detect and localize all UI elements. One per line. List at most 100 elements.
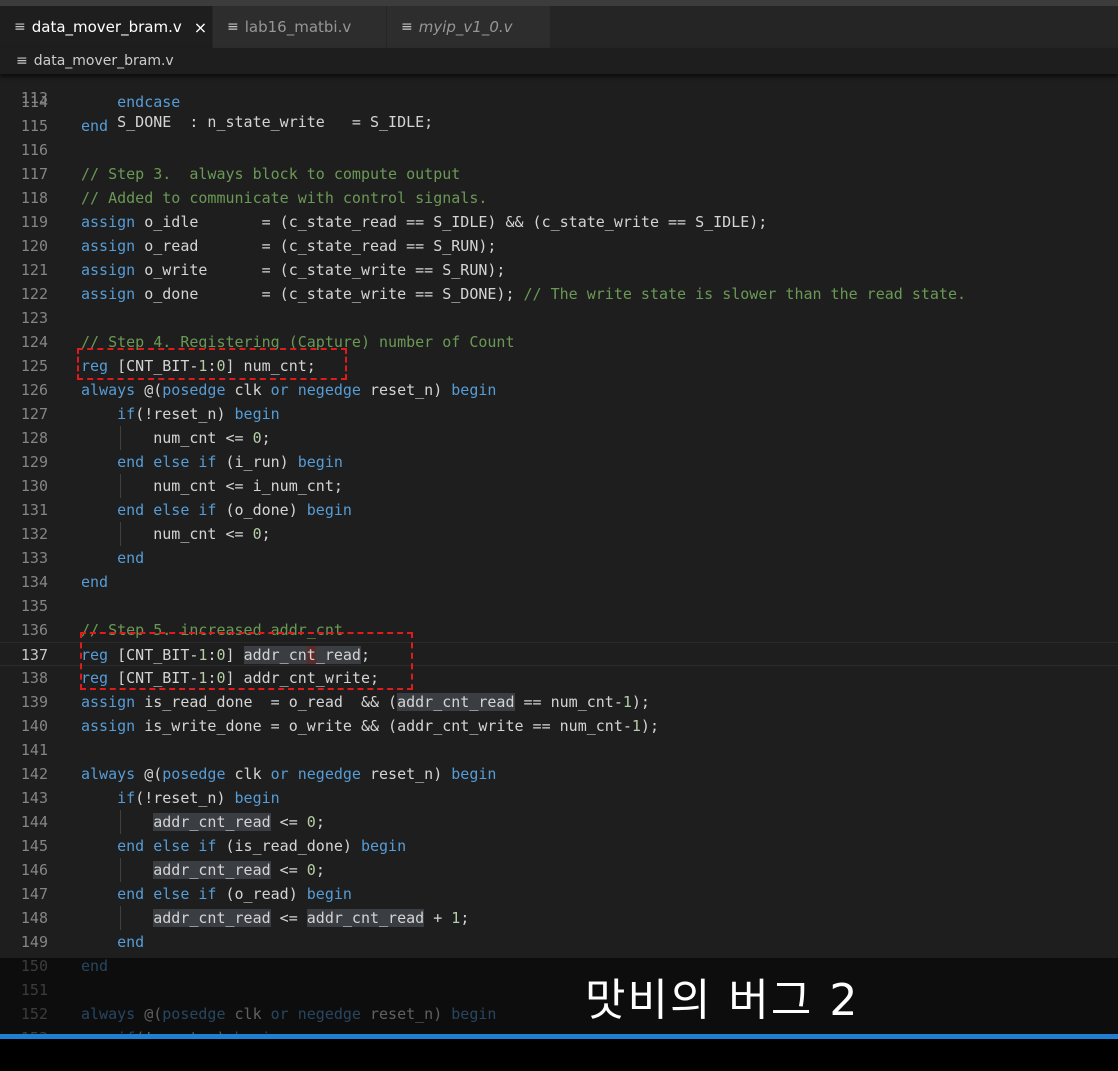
code-text: addr_cnt_read <= addr_cnt_read + 1;	[153, 909, 470, 927]
code-line: 144 addr_cnt_read <= 0;	[0, 810, 1118, 834]
code-text: addr_cnt_read <= 0;	[153, 861, 325, 879]
line-number: 144	[20, 813, 48, 831]
line-number: 130	[20, 477, 48, 495]
code-text: end else if (o_done) begin	[117, 501, 352, 519]
code-line: 128 num_cnt <= 0;	[0, 426, 1118, 450]
line-number: 117	[20, 165, 48, 183]
line-number: 148	[20, 909, 48, 927]
file-lines-icon: ≡	[16, 53, 28, 69]
code-text: assign is_read_done = o_read && (addr_cn…	[81, 693, 650, 711]
code-editor[interactable]: 113 S_DONE : n_state_write = S_IDLE; 114…	[0, 74, 1118, 958]
code-text: assign o_write = (c_state_write == S_RUN…	[81, 261, 506, 279]
breadcrumb-file[interactable]: data_mover_bram.v	[34, 53, 174, 69]
tab-myip-v1-0[interactable]: ≡ myip_v1_0.v	[387, 6, 551, 48]
code-line: 147 end else if (o_read) begin	[0, 882, 1118, 906]
line-number: 136	[20, 621, 48, 639]
tab-lab16-matbi[interactable]: ≡ lab16_matbi.v	[213, 6, 387, 48]
tab-label: data_mover_bram.v	[31, 18, 182, 36]
line-number: 127	[20, 405, 48, 423]
line-number: 134	[20, 573, 48, 591]
line-number: 119	[20, 213, 48, 231]
code-line: 135	[0, 594, 1118, 618]
line-number: 125	[20, 357, 48, 375]
subtitle-overlay: 150end151152always @(posedge clk or nege…	[0, 958, 1118, 1036]
file-lines-icon: ≡	[14, 19, 26, 35]
line-number: 124	[20, 333, 48, 351]
code-line: 114 endcase	[0, 90, 1118, 114]
line-number: 147	[20, 885, 48, 903]
code-line: 113 S_DONE : n_state_write = S_IDLE;	[0, 74, 1118, 131]
line-number: 115	[20, 117, 48, 135]
bottom-letterbox	[0, 1039, 1118, 1071]
code-text: end else if (o_read) begin	[117, 885, 352, 903]
code-text: assign o_idle = (c_state_read == S_IDLE)…	[81, 213, 768, 231]
line-number: 145	[20, 837, 48, 855]
annotation-box-addr-cnt	[80, 632, 413, 690]
code-text: num_cnt <= i_num_cnt;	[81, 477, 343, 495]
code-line: 149 end	[0, 930, 1118, 954]
code-line: 130 num_cnt <= i_num_cnt;	[0, 474, 1118, 498]
line-number: 138	[20, 669, 48, 687]
code-line: 126 always @(posedge clk or negedge reset…	[0, 378, 1118, 402]
code-text: always @(posedge clk or negedge reset_n)…	[81, 381, 497, 399]
code-text: endcase	[117, 93, 181, 111]
code-line: 121 assign o_write = (c_state_write == S_…	[0, 258, 1118, 282]
line-number: 131	[20, 501, 48, 519]
code-line: 117 // Step 3. always block to compute ou…	[0, 162, 1118, 186]
code-text: // Step 3. always block to compute outpu…	[81, 165, 461, 183]
line-number: 116	[20, 141, 48, 159]
line-number: 128	[20, 429, 48, 447]
line-number: 137	[20, 646, 48, 664]
line-number: 140	[20, 717, 48, 735]
code-text: end else if (i_run) begin	[117, 453, 343, 471]
line-number: 133	[20, 549, 48, 567]
line-number: 123	[20, 309, 48, 327]
line-number: 149	[20, 933, 48, 951]
tab-label: myip_v1_0.v	[418, 18, 513, 36]
code-line: 131 end else if (o_done) begin	[0, 498, 1118, 522]
line-number: 121	[20, 261, 48, 279]
code-text: assign o_read = (c_state_read == S_RUN);	[81, 237, 497, 255]
code-text: end	[81, 573, 109, 591]
code-text: num_cnt <= 0;	[81, 525, 271, 543]
annotation-box-num-cnt	[77, 348, 347, 380]
code-line: 115 end	[0, 114, 1118, 138]
line-number: 139	[20, 693, 48, 711]
code-text: always @(posedge clk or negedge reset_n)…	[81, 765, 497, 783]
code-text: // Added to communicate with control sig…	[81, 189, 488, 207]
code-line: 132 num_cnt <= 0;	[0, 522, 1118, 546]
line-number: 118	[20, 189, 48, 207]
tab-bar: ≡ data_mover_bram.v × ≡ lab16_matbi.v ≡ …	[0, 6, 1118, 48]
code-text: if(!reset_n) begin	[117, 789, 280, 807]
code-line: 134 end	[0, 570, 1118, 594]
code-line: 118 // Added to communicate with control …	[0, 186, 1118, 210]
line-number: 114	[20, 93, 48, 111]
code-line: 141	[0, 738, 1118, 762]
code-line: 129 end else if (i_run) begin	[0, 450, 1118, 474]
code-text: end else if (is_read_done) begin	[117, 837, 407, 855]
code-text: end	[117, 933, 145, 951]
code-line: 116	[0, 138, 1118, 162]
code-line: 140 assign is_write_done = o_write && (ad…	[0, 714, 1118, 738]
file-lines-icon: ≡	[227, 19, 239, 35]
line-number: 135	[20, 597, 48, 615]
code-text: end	[81, 117, 109, 135]
code-line: 123	[0, 306, 1118, 330]
code-line: 122 assign o_done = (c_state_write == S_D…	[0, 282, 1118, 306]
code-text: assign is_write_done = o_write && (addr_…	[81, 717, 659, 735]
line-number: 120	[20, 237, 48, 255]
tab-data-mover-bram[interactable]: ≡ data_mover_bram.v ×	[0, 6, 213, 48]
code-line: 139 assign is_read_done = o_read && (addr…	[0, 690, 1118, 714]
code-line: 142 always @(posedge clk or negedge reset…	[0, 762, 1118, 786]
tab-label: lab16_matbi.v	[244, 18, 352, 36]
code-text: num_cnt <= 0;	[81, 429, 271, 447]
line-number: 126	[20, 381, 48, 399]
code-line: 133 end	[0, 546, 1118, 570]
close-icon[interactable]: ×	[194, 18, 207, 37]
line-number: 141	[20, 741, 48, 759]
code-line: 145 end else if (is_read_done) begin	[0, 834, 1118, 858]
code-line: 127 if(!reset_n) begin	[0, 402, 1118, 426]
line-number: 132	[20, 525, 48, 543]
code-line: 120 assign o_read = (c_state_read == S_RU…	[0, 234, 1118, 258]
code-text: assign o_done = (c_state_write == S_DONE…	[81, 285, 967, 303]
